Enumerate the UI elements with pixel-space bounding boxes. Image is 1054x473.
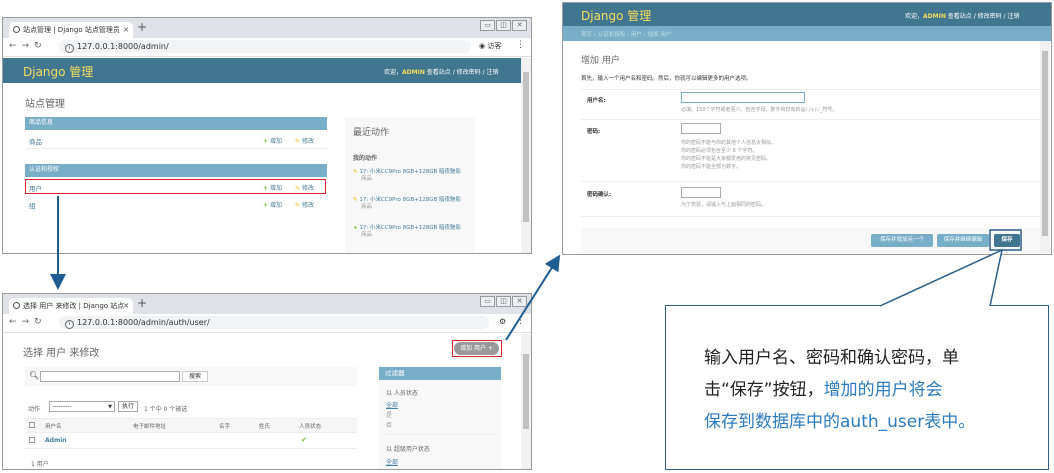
arrow-up-right xyxy=(505,254,561,341)
annotation-overlay xyxy=(50,196,1022,341)
callout-pointer xyxy=(879,248,1004,307)
highlight-save-button xyxy=(989,229,1022,251)
